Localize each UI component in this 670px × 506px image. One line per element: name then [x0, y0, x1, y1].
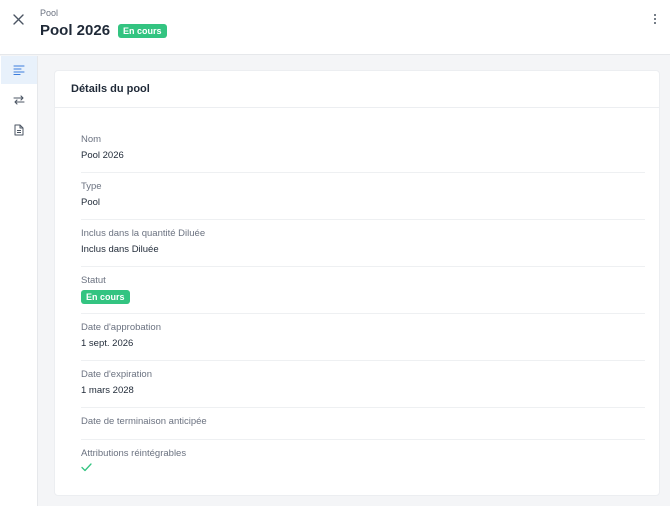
check-icon — [81, 463, 92, 472]
transfer-arrows-icon — [13, 95, 25, 105]
sidebar-item-transactions[interactable] — [1, 86, 37, 114]
document-icon — [14, 124, 24, 136]
details-list: Nom Pool 2026 Type Pool Inclus dans la q… — [81, 126, 645, 487]
close-icon — [12, 13, 24, 25]
field-label: Date d'expiration — [81, 369, 152, 380]
field-label: Date de terminaison anticipée — [81, 416, 207, 427]
title-row: Pool 2026 En cours — [40, 22, 167, 39]
field-inclus: Inclus dans la quantité Diluée Inclus da… — [81, 220, 645, 267]
sidebar — [0, 56, 38, 506]
card-header: Détails du pool — [55, 71, 659, 108]
field-label: Statut — [81, 275, 106, 286]
more-vertical-icon — [654, 14, 656, 24]
field-label: Inclus dans la quantité Diluée — [81, 228, 206, 239]
close-button[interactable] — [9, 10, 27, 28]
field-statut: Statut En cours — [81, 267, 645, 314]
field-label: Date d'approbation — [81, 322, 161, 333]
field-attributions: Attributions réintégrables — [81, 440, 645, 487]
field-label: Type — [81, 181, 102, 192]
field-label: Nom — [81, 134, 102, 145]
field-value: Inclus dans Diluée — [81, 244, 159, 255]
field-value: 1 mars 2028 — [81, 385, 134, 396]
page-title: Pool 2026 — [40, 22, 111, 39]
field-expiration: Date d'expiration 1 mars 2028 — [81, 361, 645, 408]
pool-details-card: Détails du pool Nom Pool 2026 Type Pool … — [54, 70, 660, 496]
field-value: 1 sept. 2026 — [81, 338, 134, 349]
field-terminaison: Date de terminaison anticipée — [81, 408, 645, 440]
page-header: Pool Pool 2026 En cours — [0, 0, 670, 55]
sidebar-item-details[interactable] — [1, 56, 37, 84]
field-value: Pool — [81, 197, 101, 208]
breadcrumb[interactable]: Pool — [40, 8, 58, 18]
field-type: Type Pool — [81, 173, 645, 220]
status-badge: En cours — [118, 23, 167, 38]
field-nom: Nom Pool 2026 — [81, 126, 645, 173]
status-badge: En cours — [81, 290, 130, 304]
field-value: Pool 2026 — [81, 150, 124, 161]
card-title: Détails du pool — [71, 83, 150, 95]
sidebar-item-documents[interactable] — [1, 116, 37, 144]
field-label: Attributions réintégrables — [81, 448, 187, 459]
more-options-button[interactable] — [650, 12, 660, 26]
details-lines-icon — [13, 65, 25, 75]
field-approbation: Date d'approbation 1 sept. 2026 — [81, 314, 645, 361]
